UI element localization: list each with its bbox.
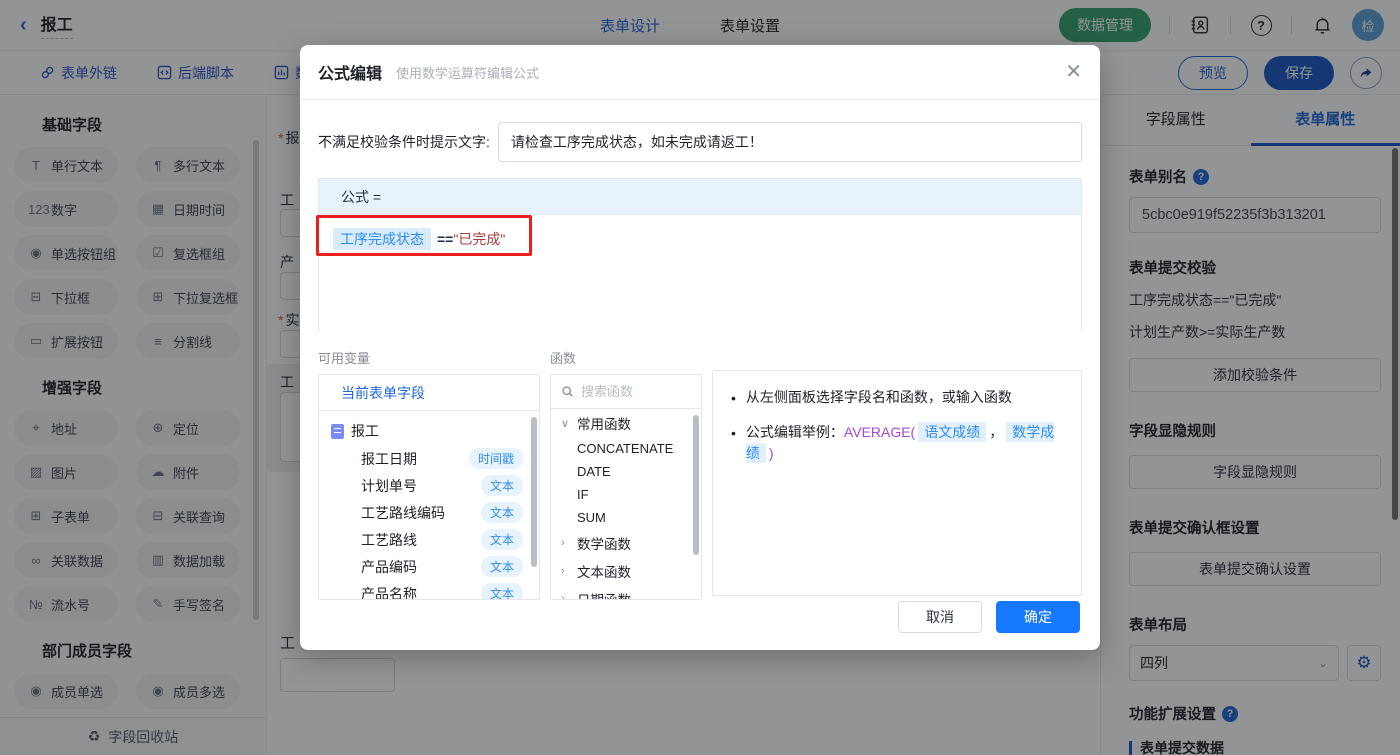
type-badge: 文本 [480, 556, 523, 577]
form-root-node[interactable]: 报工 [319, 417, 539, 445]
type-badge: 文本 [480, 502, 523, 523]
formula-block: 公式 = 工序完成状态 =="已完成" [316, 178, 1082, 332]
variable-field-row[interactable]: 工艺路线编码 文本 [319, 499, 539, 526]
field-token[interactable]: 工序完成状态 [333, 228, 431, 250]
chevron-right-icon: › [561, 593, 565, 600]
type-badge: 时间戳 [468, 448, 523, 469]
variables-column: 可用变量 当前表单字段 报工 报工日期 时间戳 计划单号 文本 工艺路线编码 文本 工艺路线… [318, 348, 540, 600]
tip-2: 公式编辑举例：AVERAGE(语文成绩，数学成绩) [745, 422, 1055, 463]
chevron-right-icon: › [561, 565, 565, 577]
function-group[interactable]: ∨ 常用函数 [551, 409, 701, 437]
function-group[interactable]: ›日期函数 [551, 585, 701, 600]
variable-field-row[interactable]: 报工日期 时间戳 [319, 445, 539, 472]
operator-token: == [437, 231, 454, 247]
modal-title: 公式编辑 [318, 66, 383, 83]
tip-1: 从左侧面板选择字段名和函数，或输入函数 [745, 389, 1012, 405]
search-icon [562, 386, 573, 397]
function-group[interactable]: › 数学函数 [551, 529, 701, 557]
function-search[interactable] [551, 375, 701, 409]
type-badge: 文本 [480, 529, 523, 550]
functions-label: 函数 [550, 351, 577, 366]
variable-field-row[interactable]: 产品编码 文本 [319, 553, 539, 580]
string-token: "已完成" [453, 231, 506, 247]
function-item[interactable]: IF [551, 483, 701, 506]
confirm-button[interactable]: 确定 [996, 601, 1080, 633]
function-item[interactable]: DATE [551, 460, 701, 483]
functions-scrollbar[interactable] [693, 415, 699, 555]
modal-subtitle: 使用数学运算符编辑公式 [396, 65, 540, 81]
tips-column: • 从左侧面板选择字段名和函数，或输入函数 • 公式编辑举例：AVERAGE(语文… [712, 348, 1082, 600]
close-icon[interactable]: ✕ [1065, 62, 1082, 82]
variables-label: 可用变量 [318, 351, 371, 366]
type-badge: 文本 [480, 583, 523, 599]
variable-field-row[interactable]: 计划单号 文本 [319, 472, 539, 499]
prompt-text-input[interactable]: 请检查工序完成状态，如未完成请返工！ [497, 122, 1082, 162]
function-item[interactable]: SUM [551, 506, 701, 529]
formula-bar: 公式 = [319, 179, 1081, 215]
function-item[interactable]: CONCATENATE [551, 437, 701, 460]
variables-scrollbar[interactable] [531, 417, 537, 567]
current-form-fields-tab[interactable]: 当前表单字段 [319, 375, 539, 411]
prompt-text-label: 不满足校验条件时提示文字: [318, 134, 490, 150]
type-badge: 文本 [480, 475, 523, 496]
function-search-input[interactable] [581, 384, 681, 399]
chevron-down-icon: ∨ [561, 417, 570, 430]
functions-column: 函数 ∨常用函数CONCATENATEDATEIFSUM›数学函数›文本函数›日… [550, 348, 702, 600]
chevron-right-icon: › [561, 537, 565, 549]
function-group[interactable]: › 文本函数 [551, 557, 701, 585]
formula-editor-modal: 公式编辑 使用数学运算符编辑公式 ✕ 不满足校验条件时提示文字: 请检查工序完成… [300, 45, 1100, 650]
variable-field-row[interactable]: 产品名称 文本 [319, 580, 539, 599]
cancel-button[interactable]: 取消 [898, 601, 982, 633]
file-icon [331, 423, 344, 439]
variable-field-row[interactable]: 工艺路线 文本 [319, 526, 539, 553]
tips-panel: • 从左侧面板选择字段名和函数，或输入函数 • 公式编辑举例：AVERAGE(语文… [712, 370, 1082, 596]
formula-editor[interactable]: 工序完成状态 =="已完成" [316, 215, 1081, 332]
